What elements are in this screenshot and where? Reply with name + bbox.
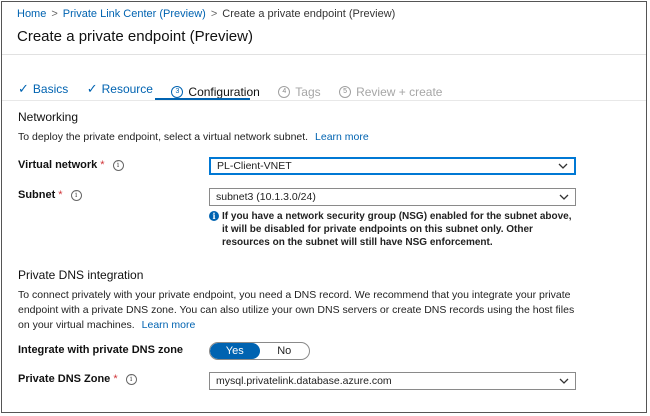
subnet-label: Subnet * i — [18, 189, 82, 201]
required-asterisk: * — [113, 373, 118, 385]
virtual-network-label: Virtual network * i — [18, 159, 124, 171]
nsg-notice: i If you have a network security group (… — [209, 210, 579, 249]
chevron-down-icon — [559, 378, 569, 384]
breadcrumb-separator: > — [51, 8, 58, 20]
private-dns-zone-value: mysql.privatelink.database.azure.com — [216, 375, 392, 387]
step-number-badge: 3 — [171, 86, 184, 98]
tab-basics[interactable]: ✓ Basics — [18, 80, 68, 98]
private-dns-zone-label-text: Private DNS Zone — [18, 373, 111, 385]
required-asterisk: * — [100, 159, 105, 171]
tabs-divider — [2, 100, 646, 101]
breadcrumb: Home > Private Link Center (Preview) > Creat… — [17, 8, 395, 20]
tab-resource[interactable]: ✓ Resource — [87, 80, 153, 98]
checkmark-icon: ✓ — [86, 81, 98, 96]
tab-label: Review + create — [356, 85, 443, 99]
tab-label: Tags — [295, 85, 321, 99]
tab-label: Basics — [32, 82, 69, 96]
toggle-option-no[interactable]: No — [260, 343, 310, 359]
info-icon[interactable]: i — [112, 159, 124, 171]
subnet-value: subnet3 (10.1.3.0/24) — [216, 191, 316, 203]
networking-description-text: To deploy the private endpoint, select a… — [18, 131, 309, 143]
info-icon[interactable]: i — [125, 373, 137, 385]
tab-tags[interactable]: 4 Tags — [278, 83, 321, 101]
subnet-label-text: Subnet — [18, 189, 56, 201]
page-title: Create a private endpoint (Preview) — [17, 28, 253, 45]
breadcrumb-current: Create a private endpoint (Preview) — [222, 8, 396, 20]
chevron-down-icon — [559, 194, 569, 200]
step-number-badge: 5 — [339, 86, 352, 98]
subnet-dropdown[interactable]: subnet3 (10.1.3.0/24) — [209, 188, 576, 206]
private-dns-heading: Private DNS integration — [18, 268, 144, 282]
info-icon[interactable]: i — [70, 189, 82, 201]
integrate-dns-toggle[interactable]: Yes No — [209, 342, 310, 360]
checkmark-icon: ✓ — [18, 81, 29, 96]
breadcrumb-home[interactable]: Home — [17, 8, 46, 20]
virtual-network-value: PL-Client-VNET — [217, 160, 292, 172]
networking-description: To deploy the private endpoint, select a… — [18, 130, 369, 145]
toggle-option-yes[interactable]: Yes — [210, 343, 260, 359]
tab-label: Resource — [101, 82, 153, 96]
virtual-network-dropdown[interactable]: PL-Client-VNET — [209, 157, 576, 175]
private-dns-zone-label: Private DNS Zone * i — [18, 373, 137, 385]
private-dns-description-text: To connect privately with your private e… — [18, 289, 575, 331]
wizard-tabs: ✓ Basics ✓ Resource 3 Configuration 4 Ta… — [18, 80, 456, 100]
integrate-dns-label: Integrate with private DNS zone — [18, 344, 183, 356]
info-icon: i — [209, 211, 219, 221]
tab-label: Configuration — [188, 85, 260, 99]
breadcrumb-separator: > — [210, 8, 218, 20]
breadcrumb-private-link-center[interactable]: Private Link Center (Preview) — [63, 8, 206, 20]
networking-heading: Networking — [18, 110, 79, 124]
networking-learn-more-link[interactable]: Learn more — [315, 131, 369, 143]
private-dns-zone-dropdown[interactable]: mysql.privatelink.database.azure.com — [209, 372, 576, 390]
chevron-down-icon — [558, 163, 568, 169]
title-divider — [2, 54, 646, 55]
virtual-network-label-text: Virtual network — [18, 159, 98, 171]
step-number-badge: 4 — [278, 86, 291, 98]
create-private-endpoint-blade: Home > Private Link Center (Preview) > Creat… — [1, 1, 647, 413]
nsg-notice-text: If you have a network security group (NS… — [222, 211, 572, 248]
tab-review-create[interactable]: 5 Review + create — [339, 83, 442, 101]
private-dns-learn-more-link[interactable]: Learn more — [142, 319, 196, 331]
private-dns-description: To connect privately with your private e… — [18, 288, 588, 333]
required-asterisk: * — [58, 189, 63, 201]
integrate-dns-label-text: Integrate with private DNS zone — [18, 344, 184, 356]
